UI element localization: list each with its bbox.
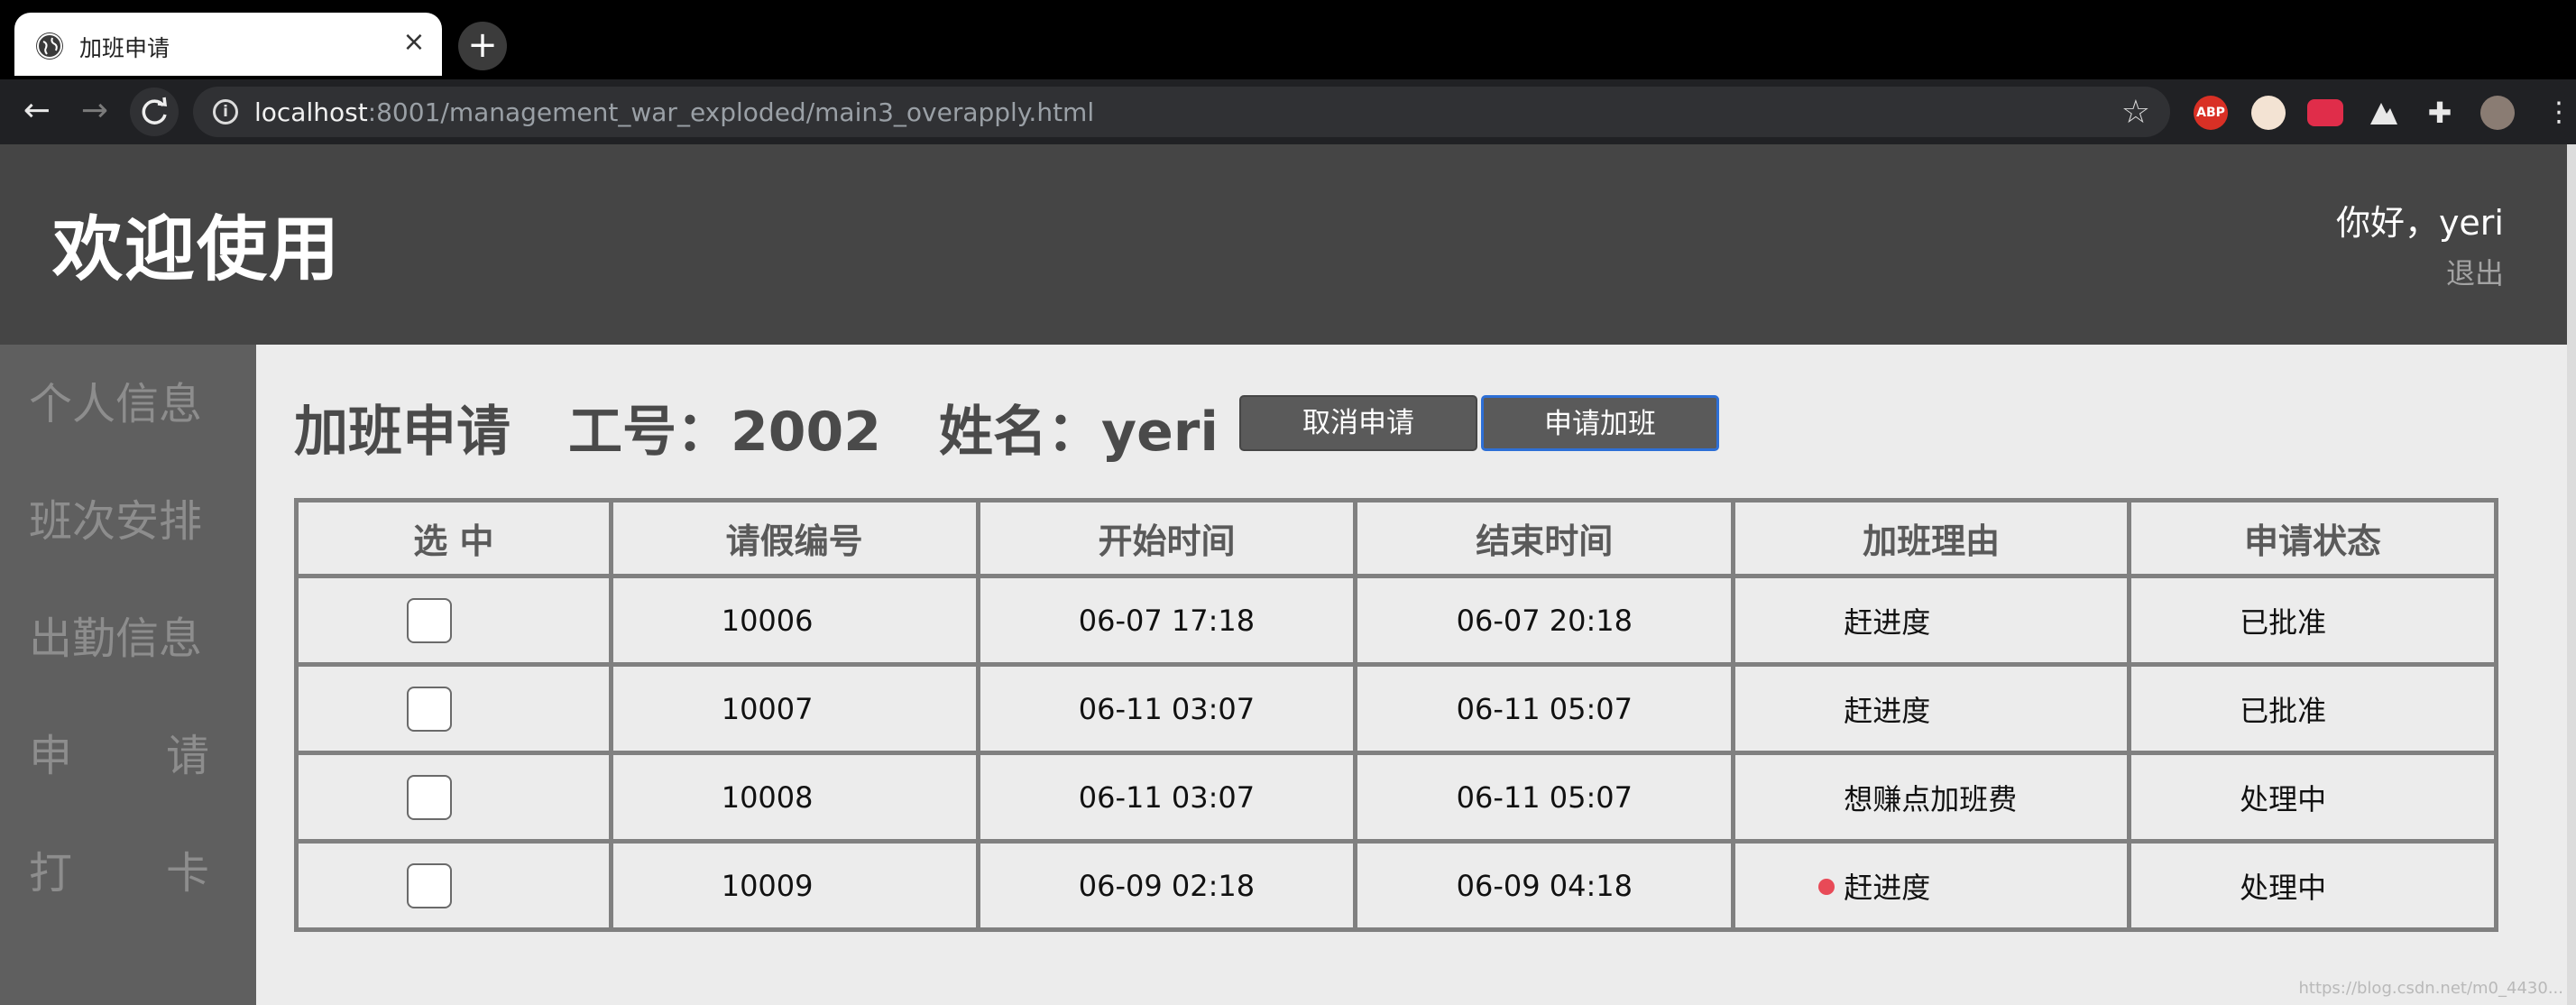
select-cell	[294, 839, 613, 932]
section-title: 加班申请	[294, 401, 511, 464]
header-title: 欢迎使用	[52, 209, 342, 290]
page-header: 欢迎使用 你好，yeri 退出	[0, 144, 2567, 345]
row-checkbox[interactable]	[407, 686, 452, 732]
apply-overtime-button[interactable]: 申请加班	[1481, 395, 1719, 451]
column-header-status: 申请状态	[2127, 498, 2498, 578]
table-header-row: 选 中 请假编号 开始时间 结束时间 加班理由 申请状态	[294, 498, 2498, 578]
cursor-indicator	[1818, 879, 1835, 895]
main-content: 加班申请 工号：2002 姓名：yeri 取消申请 申请加班 选 中 请假编号 开始…	[256, 345, 2567, 1005]
select-cell	[294, 751, 613, 844]
reason-cell: 赶进度	[1731, 662, 2132, 755]
status-cell: 已批准	[2127, 574, 2498, 667]
column-header-select: 选 中	[294, 498, 613, 578]
employee-name: 姓名：yeri	[939, 401, 1219, 464]
sidebar-item-apply[interactable]: 申请	[29, 720, 209, 783]
column-header-request-id: 请假编号	[608, 498, 980, 578]
end-time-cell: 06-11 05:07	[1353, 662, 1736, 755]
start-time-cell: 06-11 03:07	[975, 751, 1358, 844]
start-time-cell: 06-09 02:18	[975, 839, 1358, 932]
sidebar: 个人信息 班次安排 出勤信息 申请 打卡	[0, 345, 256, 1005]
watermark-text: https://blog.csdn.net/m0_4430...	[2298, 979, 2563, 998]
reason-cell: 想赚点加班费	[1731, 751, 2132, 844]
url-text: localhost:8001/management_war_exploded/m…	[254, 97, 1095, 127]
request-id-cell: 10007	[608, 662, 980, 755]
address-bar[interactable]: i localhost:8001/management_war_exploded…	[193, 87, 2170, 137]
reason-cell: 赶进度	[1731, 574, 2132, 667]
back-arrow-icon[interactable]: ←	[14, 88, 60, 134]
forward-arrow-icon[interactable]: →	[72, 88, 117, 134]
mountain-icon[interactable]	[2367, 96, 2401, 130]
column-header-reason: 加班理由	[1731, 498, 2132, 578]
column-header-start-time: 开始时间	[975, 498, 1358, 578]
reload-icon	[142, 97, 168, 124]
sidebar-item-clock-in[interactable]: 打卡	[29, 837, 209, 900]
logout-link[interactable]: 退出	[2446, 251, 2504, 292]
tab-title: 加班申请	[79, 35, 170, 61]
start-time-cell: 06-11 03:07	[975, 662, 1358, 755]
page-title: 加班申请 工号：2002 姓名：yeri	[294, 388, 1276, 466]
status-cell: 处理中	[2127, 751, 2498, 844]
table-row: 10009 06-09 02:18 06-09 04:18 赶进度 处理中	[294, 839, 2498, 932]
scrollbar[interactable]	[2567, 144, 2576, 1005]
sidebar-item-attendance[interactable]: 出勤信息	[29, 603, 209, 666]
column-header-end-time: 结束时间	[1353, 498, 1736, 578]
youtube-extension-icon[interactable]	[2307, 99, 2343, 126]
info-icon[interactable]: i	[213, 99, 238, 124]
adblock-icon[interactable]: ABP	[2194, 96, 2228, 130]
status-cell: 已批准	[2127, 662, 2498, 755]
row-checkbox[interactable]	[407, 774, 452, 820]
browser-tab[interactable]: 加班申请 ×	[14, 13, 442, 76]
browser-tab-strip: 加班申请 × +	[0, 0, 2576, 79]
end-time-cell: 06-11 05:07	[1353, 751, 1736, 844]
request-id-cell: 10008	[608, 751, 980, 844]
puzzle-icon[interactable]: ✚	[2423, 96, 2457, 130]
web-page: 欢迎使用 你好，yeri 退出 个人信息 班次安排 出勤信息 申请 打卡 加班申…	[0, 144, 2576, 1005]
table-row: 10006 06-07 17:18 06-07 20:18 赶进度 已批准	[294, 574, 2498, 667]
select-cell	[294, 662, 613, 755]
browser-toolbar: ← → i localhost:8001/management_war_expl…	[0, 79, 2576, 144]
row-checkbox[interactable]	[407, 862, 452, 908]
end-time-cell: 06-09 04:18	[1353, 839, 1736, 932]
sidebar-item-shift-schedule[interactable]: 班次安排	[29, 485, 209, 549]
sidebar-item-personal-info[interactable]: 个人信息	[29, 368, 209, 431]
menu-icon[interactable]: ⋮	[2542, 96, 2576, 130]
request-id-cell: 10009	[608, 839, 980, 932]
close-icon[interactable]: ×	[400, 29, 428, 56]
reason-cell: 赶进度	[1731, 839, 2132, 932]
overtime-table: 选 中 请假编号 开始时间 结束时间 加班理由 申请状态 10006 06-07…	[294, 498, 2498, 932]
greeting-text: 你好，yeri	[2335, 203, 2504, 243]
end-time-cell: 06-07 20:18	[1353, 574, 1736, 667]
avatar[interactable]	[2480, 96, 2515, 130]
cancel-apply-button[interactable]: 取消申请	[1239, 395, 1477, 451]
table-row: 10008 06-11 03:07 06-11 05:07 想赚点加班费 处理中	[294, 751, 2498, 844]
status-cell: 处理中	[2127, 839, 2498, 932]
select-cell	[294, 574, 613, 667]
table-row: 10007 06-11 03:07 06-11 05:07 赶进度 已批准	[294, 662, 2498, 755]
row-checkbox[interactable]	[407, 597, 452, 643]
extension-icon[interactable]	[2251, 96, 2286, 130]
globe-icon	[36, 32, 63, 60]
request-id-cell: 10006	[608, 574, 980, 667]
bookmark-star-icon[interactable]: ☆	[2121, 94, 2150, 131]
reload-button[interactable]	[130, 88, 179, 136]
start-time-cell: 06-07 17:18	[975, 574, 1358, 667]
new-tab-button[interactable]: +	[458, 22, 507, 70]
employee-id: 工号：2002	[568, 401, 881, 464]
